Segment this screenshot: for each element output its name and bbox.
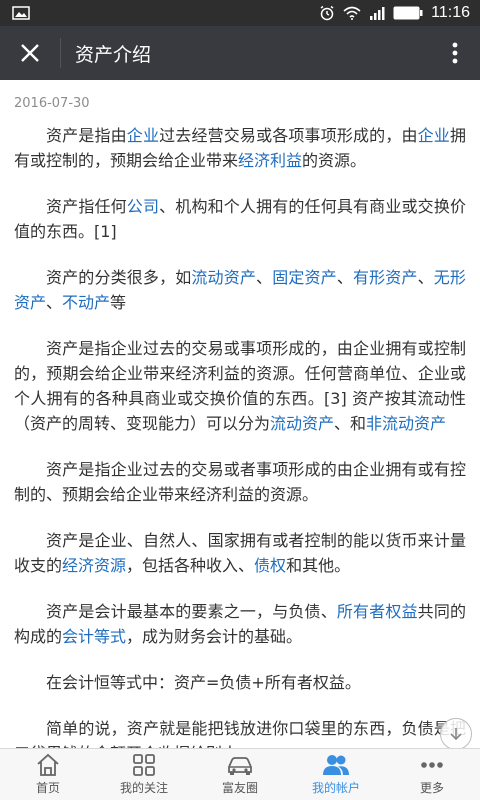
article-text: 和其他。 xyxy=(286,556,351,575)
scroll-down-button[interactable] xyxy=(440,718,472,750)
article-text: 在会计恒等式中：资产=负债+所有者权益。 xyxy=(46,673,361,692)
article-paragraph: 在会计恒等式中：资产=负债+所有者权益。 xyxy=(14,670,466,695)
article-text: ，成为财务会计的基础。 xyxy=(126,627,303,646)
status-bar: 11:16 xyxy=(0,0,480,26)
article-link[interactable]: 固定资产 xyxy=(272,268,337,287)
more-dots-icon xyxy=(421,762,443,768)
article-text: 等 xyxy=(110,293,127,312)
close-icon xyxy=(21,44,39,62)
alarm-icon xyxy=(319,5,335,21)
article-text: 的资源。 xyxy=(302,151,367,170)
article-text: 资产是指由 xyxy=(46,126,127,145)
article-text: 资产是会计最基本的要素之一，与负债、 xyxy=(46,602,337,621)
article-text: 、 xyxy=(256,268,273,287)
tab-home[interactable]: 首页 xyxy=(0,749,96,800)
gallery-notification-icon xyxy=(12,6,30,20)
article-content: 2016-07-30 资产是指由企业过去经营交易或各项事项形成的，由企业拥有或控… xyxy=(0,80,480,748)
article-text: 资产指任何 xyxy=(46,197,127,216)
wifi-icon xyxy=(343,6,361,20)
close-button[interactable] xyxy=(0,26,60,80)
home-icon xyxy=(37,753,59,776)
article-text: 资产的分类很多，如 xyxy=(46,268,192,287)
tab-more[interactable]: 更多 xyxy=(384,749,480,800)
article-paragraph: 资产是企业、自然人、国家拥有或者控制的能以货币来计量收支的经济资源，包括各种收入… xyxy=(14,528,466,578)
article-link[interactable]: 公司 xyxy=(127,197,159,216)
article-paragraph: 资产是指企业过去的交易或者事项形成的由企业拥有或有控制的、预期会给企业带来经济利… xyxy=(14,457,466,507)
article-link[interactable]: 会计等式 xyxy=(62,627,126,646)
tab-more-label: 更多 xyxy=(419,781,444,795)
article-link[interactable]: 企业 xyxy=(127,126,159,145)
article-link[interactable]: 流动资产 xyxy=(270,414,334,433)
article-text: ，包括各种收入、 xyxy=(126,556,255,575)
bottom-tab-bar: 首页 我的关注 富友圈 我的帐户 更多 xyxy=(0,748,480,800)
car-icon xyxy=(228,757,252,775)
article-text: 简单的说，资产就是能把钱放进你口袋里的东西，负债是把口袋里钱的金额开个收据给别人… xyxy=(14,719,466,748)
tab-circle-label: 富友圈 xyxy=(221,781,258,795)
article-text: 、和 xyxy=(334,414,367,433)
article-link[interactable]: 经济利益 xyxy=(238,151,302,170)
article-link[interactable]: 经济资源 xyxy=(62,556,126,575)
tab-following[interactable]: 我的关注 xyxy=(96,749,192,800)
article-text: 资产是指企业过去的交易或者事项形成的由企业拥有或有控制的、预期会给企业带来经济利… xyxy=(14,460,466,504)
more-options-button[interactable] xyxy=(430,26,480,80)
article-link[interactable]: 企业 xyxy=(418,126,450,145)
grid-icon xyxy=(133,754,155,776)
users-icon xyxy=(323,755,349,775)
article-text: 、 xyxy=(336,268,353,287)
article-paragraph: 资产是指由企业过去经营交易或各项事项形成的，由企业拥有或控制的，预期会给企业带来… xyxy=(14,123,466,173)
battery-icon xyxy=(393,5,423,21)
article-link[interactable]: 有形资产 xyxy=(353,268,418,287)
article-link[interactable]: 流动资产 xyxy=(191,268,256,287)
signal-icon xyxy=(369,6,385,20)
article-text: 、 xyxy=(46,293,63,312)
article-paragraph: 简单的说，资产就是能把钱放进你口袋里的东西，负债是把口袋里钱的金额开个收据给别人… xyxy=(14,716,466,748)
page-title: 资产介绍 xyxy=(75,43,152,66)
tab-my-account-label: 我的帐户 xyxy=(311,781,360,795)
arrow-down-icon xyxy=(450,728,462,741)
more-vertical-icon xyxy=(452,42,458,64)
article-paragraph: 资产是指企业过去的交易或事项形成的，由企业拥有或控制的，预期会给企业带来经济利益… xyxy=(14,336,466,436)
article-text: 、 xyxy=(417,268,434,287)
article-body: 资产是指由企业过去经营交易或各项事项形成的，由企业拥有或控制的，预期会给企业带来… xyxy=(14,123,466,748)
tab-following-label: 我的关注 xyxy=(119,781,168,795)
article-link[interactable]: 债权 xyxy=(254,556,286,575)
tab-my-account[interactable]: 我的帐户 xyxy=(288,749,384,800)
article-paragraph: 资产是会计最基本的要素之一，与负债、所有者权益共同的构成的会计等式，成为财务会计… xyxy=(14,599,466,649)
tab-home-label: 首页 xyxy=(35,781,60,795)
status-time: 11:16 xyxy=(431,4,470,21)
title-bar: 资产介绍 xyxy=(0,26,480,80)
article-link[interactable]: 不动产 xyxy=(62,293,110,312)
article-paragraph: 资产的分类很多，如流动资产、固定资产、有形资产、无形资产、不动产等 xyxy=(14,265,466,315)
article-date: 2016-07-30 xyxy=(14,96,90,111)
tab-circle[interactable]: 富友圈 xyxy=(192,749,288,800)
article-paragraph: 资产指任何公司、机构和个人拥有的任何具有商业或交换价值的东西。[1] xyxy=(14,194,466,244)
article-text: 过去经营交易或各项事项形成的，由 xyxy=(159,126,418,145)
article-link[interactable]: 非流动资产 xyxy=(366,414,446,433)
article-link[interactable]: 所有者权益 xyxy=(337,602,418,621)
